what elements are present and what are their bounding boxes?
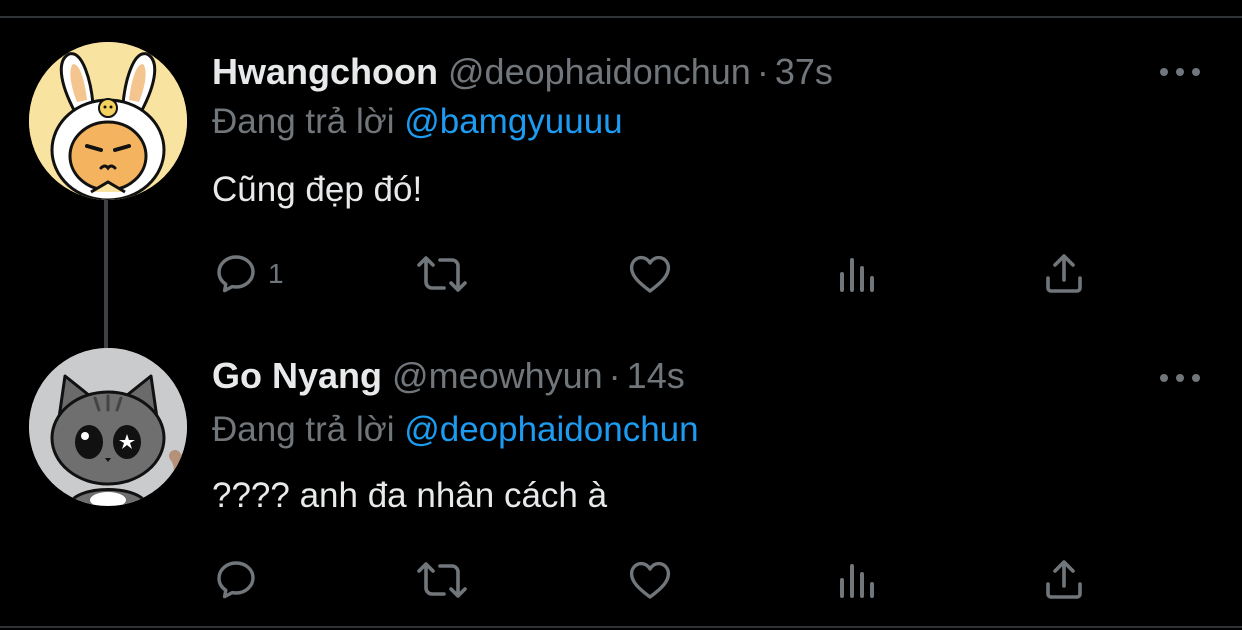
share-button[interactable]: [1040, 248, 1088, 300]
retweet-icon: [417, 562, 467, 598]
more-options-button[interactable]: [1160, 64, 1200, 80]
avatar[interactable]: [29, 348, 187, 506]
reply-count: 1: [268, 258, 284, 289]
reply-icon: [217, 255, 255, 293]
retweet-button[interactable]: [414, 248, 470, 300]
reply-button[interactable]: [212, 554, 268, 606]
replying-to-label: Đang trả lời: [212, 102, 395, 141]
tweet[interactable]: Hwangchoon @deophaidonchun · 37s Đang trả …: [0, 20, 1242, 320]
bottom-divider: [0, 626, 1242, 628]
avatar[interactable]: [29, 42, 187, 200]
retweet-icon: [417, 256, 467, 292]
share-button[interactable]: [1040, 554, 1088, 606]
views-icon: [840, 258, 874, 292]
like-icon: [629, 561, 671, 599]
replying-to: Đang trả lời @bamgyuuuu: [212, 100, 623, 144]
tweet-text: ???? anh đa nhân cách à: [212, 476, 608, 515]
views-icon: [840, 564, 874, 598]
separator: ·: [608, 355, 621, 396]
more-options-button[interactable]: [1160, 370, 1200, 386]
views-button[interactable]: [834, 554, 882, 606]
timestamp[interactable]: 14s: [627, 355, 685, 396]
timestamp[interactable]: 37s: [775, 51, 833, 92]
tweet-actions: [212, 554, 1112, 606]
display-name[interactable]: Go Nyang: [212, 355, 382, 396]
reply-icon: [217, 561, 255, 599]
tweet-actions: 1: [212, 248, 1112, 300]
mention-link[interactable]: @deophaidonchun: [404, 410, 698, 449]
replying-to-label: Đang trả lời: [212, 410, 395, 449]
tweet[interactable]: Go Nyang @meowhyun · 14s Đang trả lời @deo…: [0, 326, 1242, 626]
share-icon: [1046, 560, 1082, 599]
more-icon: [1160, 68, 1168, 76]
replying-to: Đang trả lời @deophaidonchun: [212, 408, 699, 452]
views-button[interactable]: [834, 248, 882, 300]
share-icon: [1046, 254, 1082, 293]
user-handle[interactable]: @meowhyun: [392, 355, 603, 396]
tweet-header: Go Nyang @meowhyun · 14s: [212, 354, 685, 398]
retweet-button[interactable]: [414, 554, 470, 606]
tweet-text: Cũng đẹp đó!: [212, 170, 423, 209]
top-divider: [0, 16, 1242, 18]
user-handle[interactable]: @deophaidonchun: [448, 51, 751, 92]
bunny-avatar-image: [29, 42, 187, 200]
like-button[interactable]: [626, 248, 674, 300]
tweet-header: Hwangchoon @deophaidonchun · 37s: [212, 50, 833, 94]
like-icon: [629, 255, 671, 293]
display-name[interactable]: Hwangchoon: [212, 51, 438, 92]
like-button[interactable]: [626, 554, 674, 606]
more-icon: [1160, 374, 1168, 382]
cat-avatar-image: [29, 348, 187, 506]
reply-button[interactable]: 1: [212, 248, 284, 300]
separator: ·: [756, 51, 769, 92]
mention-link[interactable]: @bamgyuuuu: [404, 102, 622, 141]
